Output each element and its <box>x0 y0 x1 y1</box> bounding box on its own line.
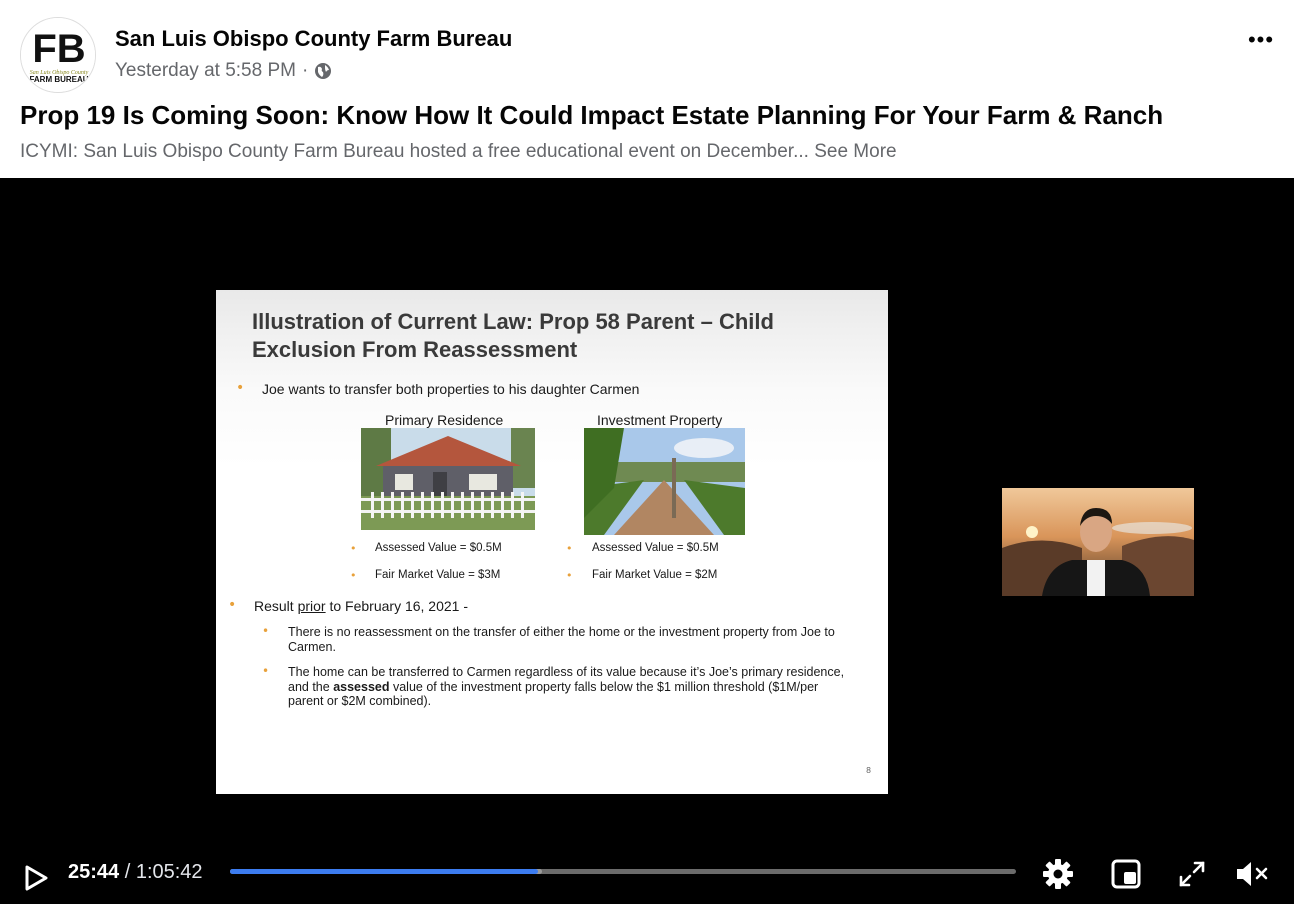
meta-separator: · <box>301 60 309 81</box>
bullet-dot: • <box>228 597 237 613</box>
more-options-button[interactable]: ••• <box>1244 27 1278 52</box>
mute-button[interactable] <box>1234 856 1270 892</box>
volume-muted-icon <box>1237 862 1268 886</box>
picture-in-picture-button[interactable] <box>1108 856 1144 892</box>
result-prefix: Result <box>254 598 298 614</box>
post-title[interactable]: Prop 19 Is Coming Soon: Know How It Coul… <box>20 100 1163 131</box>
play-button[interactable] <box>22 864 50 892</box>
see-more-link[interactable]: See More <box>814 141 896 162</box>
slide-page-number: 8 <box>866 766 872 775</box>
bullet-dot: • <box>350 569 357 582</box>
page-name-link[interactable]: San Luis Obispo County Farm Bureau <box>115 26 512 52</box>
result-sub-1: There is no reassessment on the transfer… <box>288 625 835 654</box>
time-separator: / <box>119 861 136 883</box>
col1-heading: Primary Residence <box>385 412 504 428</box>
bullet-dot: • <box>236 380 245 396</box>
post-meta: Yesterday at 5:58 PM · <box>115 60 332 82</box>
video-player[interactable]: Illustration of Current Law: Prop 58 Par… <box>0 178 1294 904</box>
col2-heading: Investment Property <box>597 412 723 428</box>
settings-button[interactable] <box>1040 856 1076 892</box>
video-controls: 25:44 / 1:05:42 <box>0 848 1294 904</box>
farm-bureau-logo: FB San Luis Obispo County FARM BUREAU <box>21 18 95 92</box>
duration: 1:05:42 <box>135 861 203 883</box>
bullet-dot: • <box>262 664 270 678</box>
fullscreen-button[interactable] <box>1174 856 1210 892</box>
globe-icon <box>315 63 332 79</box>
result-line: Result prior to February 16, 2021 - <box>254 598 468 614</box>
post-header: FB San Luis Obispo County FARM BUREAU Sa… <box>0 0 1294 178</box>
result-prior: prior <box>297 598 326 614</box>
post-description: ICYMI: San Luis Obispo County Farm Burea… <box>20 141 897 163</box>
bullet-dot: • <box>262 624 270 638</box>
post-timestamp[interactable]: Yesterday at 5:58 PM <box>115 60 296 82</box>
current-time: 25:44 <box>68 861 120 883</box>
play-icon <box>25 865 48 891</box>
result-sub-2: The home can be transferred to Carmen re… <box>288 665 848 709</box>
picture-in-picture-icon <box>1111 859 1141 889</box>
post-description-text: ICYMI: San Luis Obispo County Farm Burea… <box>20 141 809 162</box>
col2-assessed-value: Assessed Value = $0.5M <box>592 542 719 554</box>
bullet-dot: • <box>566 542 573 555</box>
col2-fair-market-value: Fair Market Value = $2M <box>592 569 718 581</box>
vineyard-photo <box>584 428 745 535</box>
avatar-logo-text: FB <box>32 27 85 71</box>
progress-played <box>230 869 538 874</box>
slide-title-line2: Exclusion From Reassessment <box>252 337 578 362</box>
presenter-webcam <box>1002 488 1194 596</box>
time-display: 25:44 / 1:05:42 <box>68 861 203 884</box>
settings-gear-icon <box>1043 859 1073 889</box>
col1-assessed-value: Assessed Value = $0.5M <box>375 542 502 554</box>
col1-fair-market-value: Fair Market Value = $3M <box>375 569 501 581</box>
slide-title-line1: Illustration of Current Law: Prop 58 Par… <box>252 309 774 334</box>
slide-title: Illustration of Current Law: Prop 58 Par… <box>252 308 852 364</box>
bullet-dot: • <box>350 542 357 555</box>
house-photo <box>361 428 535 530</box>
avatar-subtext: FARM BUREAU <box>29 75 88 84</box>
slide-bullet-1: Joe wants to transfer both properties to… <box>262 381 640 397</box>
result-sub-2-bold: assessed <box>333 679 390 694</box>
fullscreen-icon <box>1179 861 1205 887</box>
result-suffix: to February 16, 2021 - <box>325 598 469 614</box>
page-avatar[interactable]: FB San Luis Obispo County FARM BUREAU <box>20 17 96 93</box>
bullet-dot: • <box>566 569 573 582</box>
presentation-slide: Illustration of Current Law: Prop 58 Par… <box>216 290 888 794</box>
progress-bar[interactable] <box>230 869 1016 874</box>
